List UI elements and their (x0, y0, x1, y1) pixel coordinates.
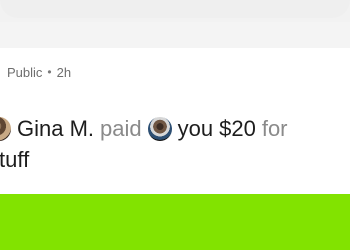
actor-avatar[interactable] (0, 116, 11, 141)
recipient-name[interactable]: you (178, 113, 213, 144)
green-footer (0, 194, 350, 250)
visibility-label: Public (7, 64, 43, 80)
top-strip (0, 0, 350, 18)
payment-amount: $20 (219, 116, 256, 141)
payment-note: tuff (0, 147, 30, 172)
recipient-avatar[interactable] (147, 116, 172, 141)
story-line-2: tuff (0, 144, 344, 175)
payment-story: Gina M. paid you $20 for tuff (0, 113, 344, 175)
post-meta: Public • 2h (7, 63, 71, 81)
story-line-1: Gina M. paid you $20 for (0, 113, 344, 144)
top-band (0, 0, 350, 22)
payment-verb: paid (100, 116, 142, 141)
actor-name[interactable]: Gina M. (17, 113, 94, 144)
payment-preposition: for (261, 116, 288, 141)
top-gap (0, 22, 350, 48)
time-ago: 2h (56, 64, 72, 80)
meta-separator: • (47, 65, 52, 79)
